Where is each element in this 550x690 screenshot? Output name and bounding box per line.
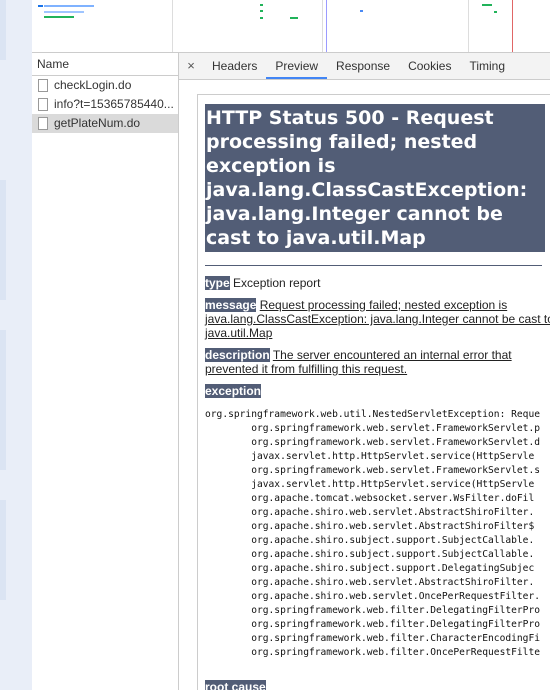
tab-cookies[interactable]: Cookies bbox=[399, 53, 460, 79]
stack-trace-line: org.apache.shiro.web.servlet.AbstractShi… bbox=[251, 577, 535, 588]
stack-trace-line: org.springframework.web.filter.OncePerRe… bbox=[205, 647, 541, 658]
stack-trace: org.springframework.web.util.NestedServl… bbox=[205, 408, 550, 660]
stack-trace-line: javax.servlet.http.HttpServlet.service(H… bbox=[251, 479, 535, 490]
exception-label: exception bbox=[205, 384, 262, 398]
request-name: getPlateNum.do bbox=[54, 116, 141, 130]
network-overview-timeline[interactable] bbox=[32, 0, 550, 53]
request-row[interactable]: info?t=15365785440... bbox=[32, 95, 178, 114]
type-paragraph: type Exception report bbox=[205, 276, 550, 290]
stack-trace-line: org.springframework.web.servlet.Framewor… bbox=[251, 437, 541, 448]
exception-paragraph: exception bbox=[205, 384, 550, 398]
stack-trace-line: org.apache.shiro.subject.support.Subject… bbox=[251, 535, 535, 546]
left-sidebar-strip bbox=[0, 0, 32, 690]
type-label: type bbox=[205, 276, 230, 290]
type-text: Exception report bbox=[233, 276, 321, 290]
stack-trace-line: org.springframework.web.filter.Delegatin… bbox=[251, 619, 541, 630]
request-row-selected[interactable]: getPlateNum.do bbox=[32, 114, 178, 133]
stack-trace-line: org.apache.shiro.subject.support.Subject… bbox=[251, 549, 535, 560]
request-row[interactable]: checkLogin.do bbox=[32, 76, 178, 95]
message-paragraph: message Request processing failed; neste… bbox=[205, 298, 550, 340]
divider bbox=[205, 265, 542, 266]
error-title: HTTP Status 500 - Request processing fai… bbox=[205, 104, 545, 252]
dom-content-loaded-line bbox=[326, 0, 327, 52]
preview-pane[interactable]: HTTP Status 500 - Request processing fai… bbox=[179, 80, 550, 690]
stack-trace-line: org.apache.shiro.web.servlet.AbstractShi… bbox=[251, 521, 535, 532]
stack-trace-line: org.apache.tomcat.websocket.server.WsFil… bbox=[251, 493, 535, 504]
tab-headers[interactable]: Headers bbox=[203, 53, 266, 79]
stack-trace-line: org.springframework.web.filter.Character… bbox=[251, 633, 541, 644]
stack-trace-line: org.apache.shiro.web.servlet.AbstractShi… bbox=[251, 507, 535, 518]
stack-trace-line: org.springframework.web.servlet.Framewor… bbox=[251, 465, 541, 476]
sidebar-block bbox=[0, 180, 6, 300]
request-list: Name checkLogin.do info?t=15365785440...… bbox=[32, 53, 179, 690]
stack-trace-line: org.apache.shiro.web.servlet.OncePerRequ… bbox=[251, 591, 541, 602]
request-name: info?t=15365785440... bbox=[54, 97, 174, 111]
tab-response[interactable]: Response bbox=[327, 53, 399, 79]
sidebar-block bbox=[0, 0, 6, 60]
root-cause-label: root cause bbox=[205, 680, 266, 690]
name-column-header[interactable]: Name bbox=[32, 53, 178, 76]
stack-trace-line: org.apache.shiro.subject.support.Delegat… bbox=[251, 563, 535, 574]
stack-trace-line: org.springframework.web.servlet.Framewor… bbox=[251, 423, 541, 434]
overview-column bbox=[172, 0, 323, 52]
overview-column bbox=[328, 0, 469, 52]
tab-timing[interactable]: Timing bbox=[460, 53, 514, 79]
overview-column bbox=[32, 0, 173, 52]
stack-trace-line: javax.servlet.http.HttpServlet.service(H… bbox=[251, 451, 535, 462]
root-cause-paragraph: root cause bbox=[205, 680, 266, 690]
document-icon bbox=[38, 79, 48, 92]
overview-column bbox=[468, 0, 550, 52]
stack-trace-line: org.springframework.web.util.NestedServl… bbox=[205, 409, 541, 420]
load-event-line bbox=[512, 0, 513, 52]
document-icon bbox=[38, 117, 48, 130]
error-document: HTTP Status 500 - Request processing fai… bbox=[205, 104, 550, 660]
detail-tabbar: × Headers Preview Response Cookies Timin… bbox=[179, 53, 550, 80]
sidebar-block bbox=[0, 500, 6, 600]
document-icon bbox=[38, 98, 48, 111]
request-name: checkLogin.do bbox=[54, 78, 132, 92]
sidebar-block bbox=[0, 330, 6, 470]
stack-trace-line: org.springframework.web.filter.Delegatin… bbox=[251, 605, 541, 616]
message-label: message bbox=[205, 298, 257, 312]
description-paragraph: description The server encountered an in… bbox=[205, 348, 550, 376]
tab-preview[interactable]: Preview bbox=[266, 53, 328, 79]
message-text: Request processing failed; nested except… bbox=[205, 298, 550, 340]
description-label: description bbox=[205, 348, 270, 362]
close-icon[interactable]: × bbox=[179, 53, 203, 79]
